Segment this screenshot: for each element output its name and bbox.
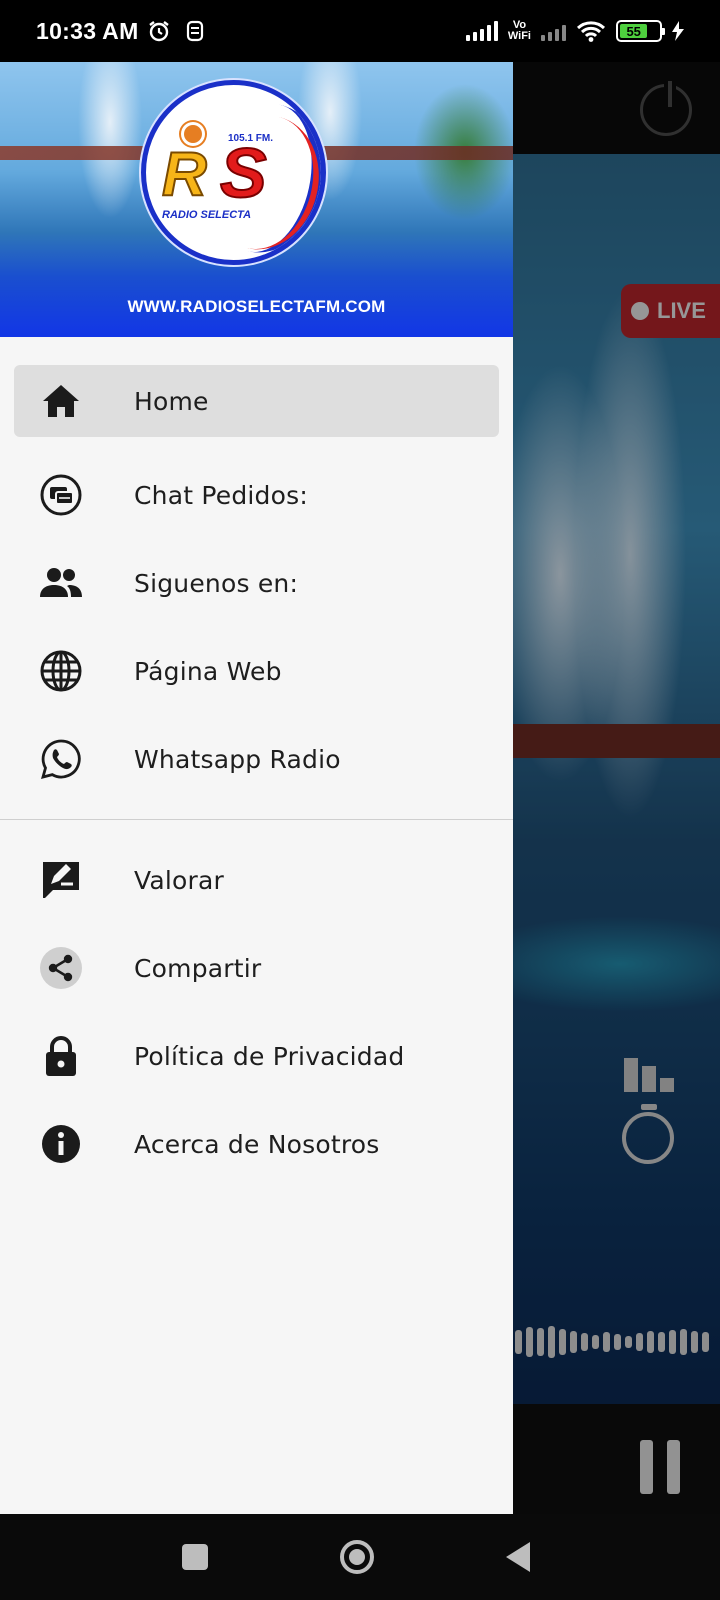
drawer-menu: Home Chat Pedidos: Siguenos en: Página W… <box>0 337 513 1188</box>
menu-item-compartir[interactable]: Compartir <box>14 924 499 1012</box>
recents-button[interactable] <box>182 1544 208 1570</box>
menu-label-chat-pedidos: Chat Pedidos: <box>134 480 308 510</box>
menu-item-whatsapp-radio[interactable]: Whatsapp Radio <box>14 715 499 803</box>
menu-label-pagina-web: Página Web <box>134 656 282 686</box>
menu-label-home: Home <box>134 386 209 416</box>
notification-icon <box>186 20 203 42</box>
menu-label-acerca-de-nosotros: Acerca de Nosotros <box>134 1129 380 1159</box>
status-time: 10:33 AM <box>36 17 139 44</box>
menu-item-valorar[interactable]: Valorar <box>14 836 499 924</box>
vowifi-line-2: WiFi <box>507 30 531 42</box>
menu-label-siguenos: Siguenos en: <box>134 568 299 598</box>
menu-label-whatsapp-radio: Whatsapp Radio <box>134 744 341 774</box>
header-website-url: WWW.RADIOSELECTAFM.COM <box>127 297 386 316</box>
menu-label-politica-privacidad: Política de Privacidad <box>134 1041 405 1071</box>
menu-divider <box>0 819 513 820</box>
menu-item-chat-pedidos[interactable]: Chat Pedidos: <box>14 451 499 539</box>
rate-icon <box>38 857 84 903</box>
home-icon <box>38 378 84 424</box>
status-bar: 10:33 AM Vo WiFi 55 <box>0 0 720 62</box>
whatsapp-icon <box>38 736 84 782</box>
system-navigation-bar <box>0 1514 720 1600</box>
people-icon <box>38 560 84 606</box>
logo-letter-r: R <box>161 139 208 210</box>
charging-icon <box>672 21 684 41</box>
cell-signal-icon <box>541 21 566 41</box>
info-icon <box>38 1121 84 1167</box>
share-icon <box>38 945 84 991</box>
menu-item-politica-privacidad[interactable]: Política de Privacidad <box>14 1012 499 1100</box>
battery-icon: 55 <box>616 20 665 42</box>
cell-signal-icon <box>465 21 498 41</box>
back-button[interactable] <box>506 1542 530 1572</box>
menu-item-siguenos[interactable]: Siguenos en: <box>14 539 499 627</box>
lock-icon <box>38 1033 84 1079</box>
battery-level: 55 <box>620 24 648 39</box>
logo-station-name: RADIO SELECTA <box>162 209 252 221</box>
menu-label-compartir: Compartir <box>134 953 262 983</box>
vowifi-icon: Vo WiFi <box>508 20 531 42</box>
chat-icon <box>38 472 84 518</box>
home-button[interactable] <box>340 1540 374 1574</box>
menu-item-home[interactable]: Home <box>14 365 499 437</box>
menu-item-acerca-de-nosotros[interactable]: Acerca de Nosotros <box>14 1100 499 1188</box>
alarm-icon <box>148 21 169 42</box>
globe-icon <box>38 648 84 694</box>
menu-label-valorar: Valorar <box>134 865 224 895</box>
wifi-icon <box>576 21 606 42</box>
logo-letter-s: S <box>219 133 268 213</box>
navigation-drawer: 105.1 FM. R S RADIO SELECTA WWW.RADIOSEL… <box>0 62 513 1514</box>
menu-item-pagina-web[interactable]: Página Web <box>14 627 499 715</box>
radio-selecta-logo: 105.1 FM. R S RADIO SELECTA <box>141 80 326 265</box>
drawer-header: 105.1 FM. R S RADIO SELECTA WWW.RADIOSEL… <box>0 62 513 337</box>
